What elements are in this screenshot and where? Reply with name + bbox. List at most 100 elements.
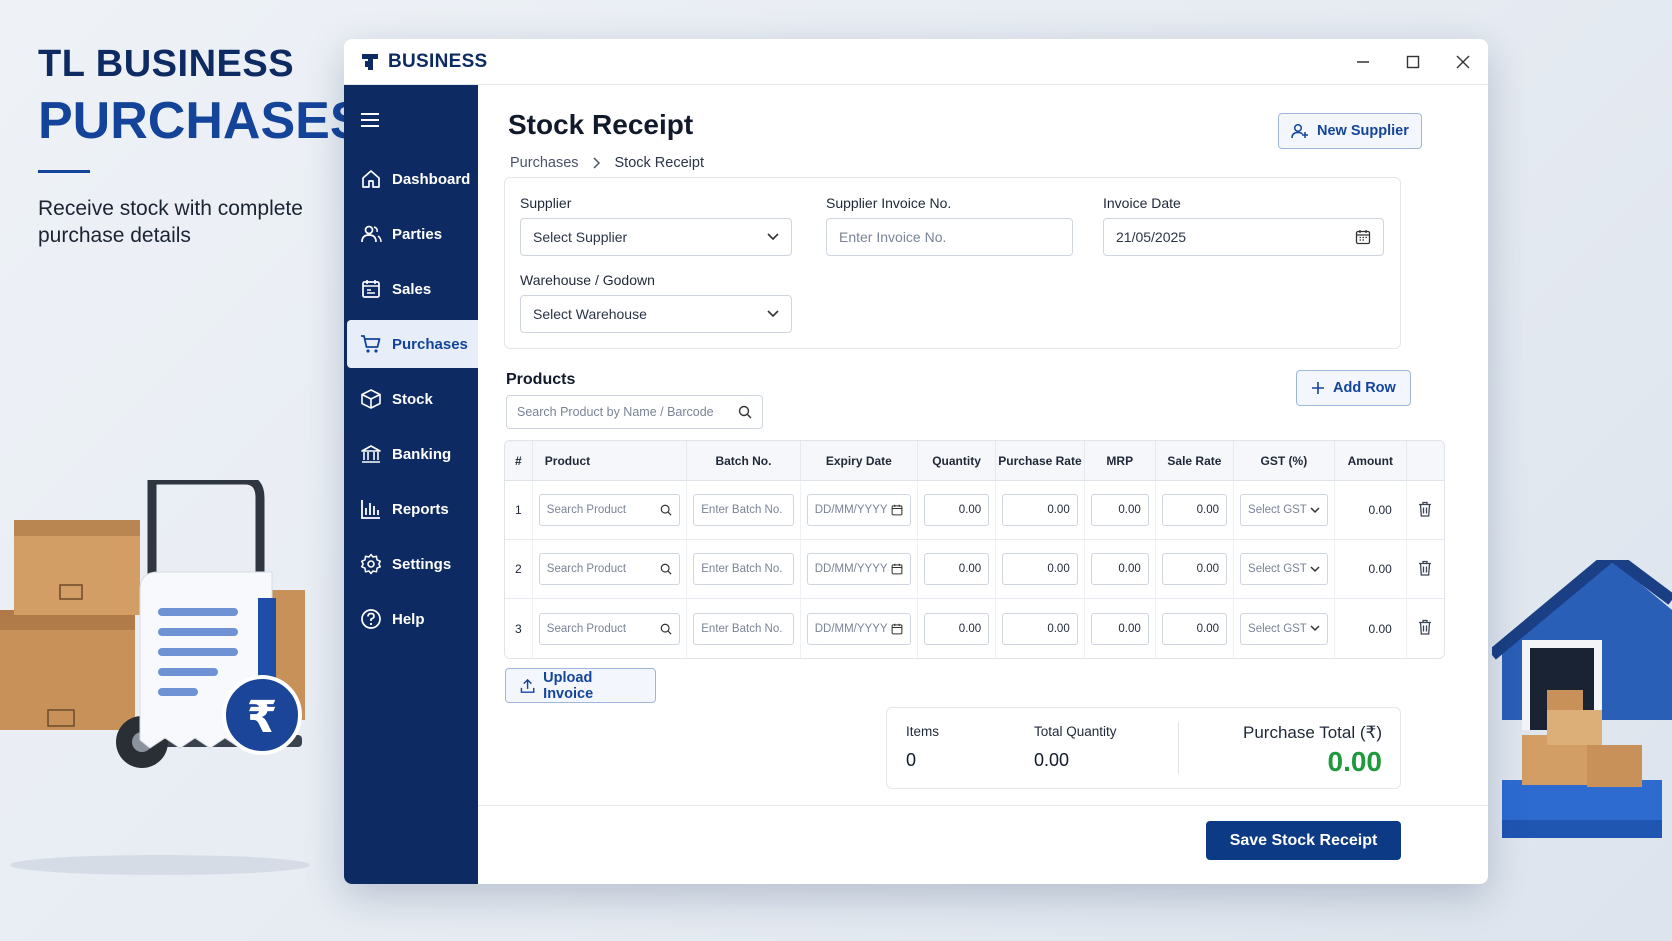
add-user-icon [1291,123,1308,139]
delete-row-button[interactable] [1407,599,1444,658]
gst-select[interactable]: Select GST [1240,553,1328,585]
invoice-no-field[interactable]: Enter Invoice No. [826,218,1073,256]
trash-icon[interactable] [1418,560,1432,576]
table-header-row: # Product Batch No. Expiry Date Quantity… [505,441,1444,481]
product-search-placeholder: Search Product by Name / Barcode [517,405,714,419]
column-header: Expiry Date [800,441,918,481]
expiry-date-input[interactable]: DD/MM/YYYY [806,494,911,526]
upload-invoice-button[interactable]: Upload Invoice [505,668,656,703]
quantity-input[interactable]: 0.00 [923,612,990,645]
breadcrumb-purchases[interactable]: Purchases [510,155,579,171]
cart-icon [361,335,381,353]
amount-value: 0.00 [1334,540,1407,599]
maximize-icon[interactable] [1388,39,1438,85]
warehouse-select[interactable]: Select Warehouse [520,295,792,333]
purchase-rate-input[interactable]: 0.00 [1002,612,1078,645]
chart-icon [361,500,380,519]
delete-row-button[interactable] [1406,481,1444,540]
amount-value: 0.00 [1335,599,1407,658]
hamburger-menu-icon[interactable] [344,85,478,155]
expiry-date-input[interactable]: DD/MM/YYYY [806,553,911,585]
column-header: Quantity [917,441,997,481]
sidebar-item-stock[interactable]: Stock [347,375,478,423]
purchase-rate-value: 0.00 [1047,504,1070,516]
help-icon [361,609,381,629]
purchase-rate-input[interactable]: 0.00 [1002,553,1078,585]
product-search-cell[interactable]: Search Product [538,612,681,645]
upload-icon [520,678,535,693]
sale-rate-input[interactable]: 0.00 [1161,612,1228,645]
items-value: 0 [906,750,917,770]
app-window: BUSINESS Dashboard Parties Sales Purchas… [344,39,1488,884]
mrp-input[interactable]: 0.00 [1090,553,1149,585]
sidebar-item-sales[interactable]: Sales [347,265,478,313]
sidebar-item-parties[interactable]: Parties [347,210,478,258]
title-bar: BUSINESS [344,39,1488,85]
warehouse-label: Warehouse / Godown [520,272,655,288]
product-search-cell[interactable]: Search Product [538,494,681,526]
batch-no-input[interactable]: Enter Batch No. [693,494,794,526]
product-placeholder: Search Product [546,504,627,516]
sale-rate-input[interactable]: 0.00 [1161,553,1228,585]
add-row-button[interactable]: Add Row [1296,370,1411,406]
product-placeholder: Search Product [546,622,627,635]
amount-value: 0.00 [1334,481,1407,540]
purchase-total-value: 0.00 [1327,746,1383,777]
expiry-placeholder: DD/MM/YYYY [814,504,888,516]
batch-placeholder: Enter Batch No. [701,504,783,516]
quantity-input[interactable]: 0.00 [923,553,990,585]
close-icon[interactable] [1438,39,1488,85]
search-icon [660,623,672,635]
batch-placeholder: Enter Batch No. [701,563,783,575]
breadcrumb: Purchases Stock Receipt [510,155,704,171]
column-header: Sale Rate [1155,441,1235,481]
chevron-down-icon [1310,506,1320,513]
plus-icon [1312,382,1324,394]
calendar-icon [891,563,903,575]
receipt-icon [362,280,380,298]
sidebar-item-purchases[interactable]: Purchases [347,320,478,368]
sidebar-item-label: Help [392,610,425,628]
sidebar-item-help[interactable]: Help [347,595,478,643]
product-search-cell[interactable]: Search Product [538,553,681,585]
trash-icon[interactable] [1418,501,1432,517]
minimize-icon[interactable] [1338,39,1388,85]
product-placeholder: Search Product [546,563,627,575]
total-quantity-label: Total Quantity [1034,724,1117,739]
column-header: Purchase Rate [996,441,1085,481]
supplier-select[interactable]: Select Supplier [520,218,792,256]
calendar-icon[interactable] [1355,229,1371,245]
gst-select[interactable]: Select GST [1240,494,1328,526]
mrp-input[interactable]: 0.00 [1090,494,1149,526]
gear-icon [360,553,382,575]
batch-no-input[interactable]: Enter Batch No. [693,612,794,645]
expiry-date-input[interactable]: DD/MM/YYYY [806,612,911,645]
purchase-rate-input[interactable]: 0.00 [1002,494,1078,526]
quantity-input[interactable]: 0.00 [923,494,990,526]
sidebar-item-dashboard[interactable]: Dashboard [347,155,478,203]
search-icon [660,504,672,516]
sidebar-item-banking[interactable]: Banking [347,430,478,478]
save-stock-receipt-button[interactable]: Save Stock Receipt [1206,821,1401,860]
sidebar-item-reports[interactable]: Reports [347,485,478,533]
gst-value: Select GST [1248,504,1307,516]
chevron-down-icon [1310,565,1320,572]
invoice-date-field[interactable]: 21/05/2025 [1103,218,1384,256]
batch-no-input[interactable]: Enter Batch No. [693,553,794,585]
product-search-input[interactable]: Search Product by Name / Barcode [506,395,763,429]
sale-rate-input[interactable]: 0.00 [1161,494,1228,526]
supplier-select-value: Select Supplier [533,229,628,245]
trash-icon[interactable] [1418,619,1432,635]
products-table: # Product Batch No. Expiry Date Quantity… [504,440,1445,659]
search-icon [660,563,672,575]
mrp-input[interactable]: 0.00 [1090,612,1149,645]
sale-rate-value: 0.00 [1196,622,1220,635]
hero-subtitle: Receive stock with complete purchase det… [38,197,303,247]
sidebar-item-label: Parties [392,225,443,243]
delete-row-button[interactable] [1406,540,1444,599]
gst-select[interactable]: Select GST [1240,612,1328,645]
sidebar-item-settings[interactable]: Settings [347,540,478,588]
summary-panel: Items 0 Total Quantity 0.00 Purchase Tot… [886,707,1401,789]
quantity-value: 0.00 [958,622,982,635]
new-supplier-button[interactable]: New Supplier [1278,113,1422,149]
